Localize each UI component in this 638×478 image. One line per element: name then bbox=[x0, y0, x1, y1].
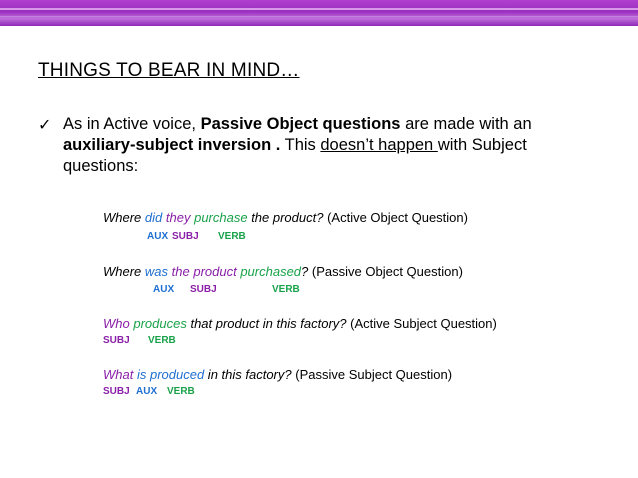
example-word: Where bbox=[103, 210, 145, 225]
label-subj: SUBJ bbox=[172, 231, 199, 242]
example-type: (Active Subject Question) bbox=[346, 316, 497, 331]
label-verb: VERB bbox=[148, 335, 176, 346]
example-verb: produces bbox=[133, 316, 187, 331]
bullet-point: ✓ As in Active voice, Passive Object que… bbox=[38, 114, 598, 177]
example-type: (Active Object Question) bbox=[323, 210, 468, 225]
example-aux: was bbox=[144, 264, 169, 279]
slide-title: THINGS TO BEAR IN MIND… bbox=[38, 60, 300, 81]
example-subj: the product bbox=[171, 264, 237, 279]
header-stripe-thin bbox=[0, 16, 638, 17]
example-subj: they bbox=[165, 210, 191, 225]
example-type: (Passive Object Question) bbox=[308, 264, 463, 279]
label-subj: SUBJ bbox=[103, 386, 130, 397]
label-aux: AUX bbox=[147, 231, 169, 242]
bullet-text-part: are made with an bbox=[400, 115, 532, 133]
example-verb: purchase bbox=[194, 210, 248, 225]
label-aux: AUX bbox=[136, 386, 158, 397]
label-subj: SUBJ bbox=[103, 335, 130, 346]
checkmark-icon: ✓ bbox=[38, 115, 52, 134]
example-subj: What bbox=[103, 367, 134, 382]
bullet-text-bold: Passive Object questions bbox=[200, 115, 401, 133]
example-aux-verb: is produced bbox=[136, 367, 205, 382]
example-sentence: What is produced in this factory? (Passi… bbox=[103, 367, 452, 382]
header-stripe bbox=[0, 8, 638, 10]
example-sentence: Where did they purchase the product? (Ac… bbox=[103, 210, 468, 225]
example-word: Where bbox=[103, 264, 145, 279]
label-subj: SUBJ bbox=[190, 284, 217, 295]
label-aux: AUX bbox=[153, 284, 175, 295]
example-word: the product? bbox=[247, 210, 324, 225]
bullet-text-part: This bbox=[280, 136, 321, 154]
example-sentence: Where was the product purchased? (Passiv… bbox=[103, 264, 463, 279]
example-word: in this factory? bbox=[204, 367, 292, 382]
label-verb: VERB bbox=[167, 386, 195, 397]
bullet-text-part: As in Active voice, bbox=[63, 115, 201, 133]
label-verb: VERB bbox=[218, 231, 246, 242]
label-verb: VERB bbox=[272, 284, 300, 295]
bullet-text-bold: auxiliary-subject inversion . bbox=[63, 136, 281, 154]
example-verb: purchased bbox=[240, 264, 302, 279]
example-aux: did bbox=[144, 210, 163, 225]
example-subj: Who bbox=[103, 316, 130, 331]
bullet-text-underline: doesn’t happen bbox=[320, 136, 438, 154]
header-bar bbox=[0, 0, 638, 26]
example-sentence: Who produces that product in this factor… bbox=[103, 316, 497, 331]
bullet-text: As in Active voice, Passive Object quest… bbox=[63, 114, 598, 177]
example-type: (Passive Subject Question) bbox=[291, 367, 453, 382]
example-word: that product in this factory? bbox=[186, 316, 347, 331]
